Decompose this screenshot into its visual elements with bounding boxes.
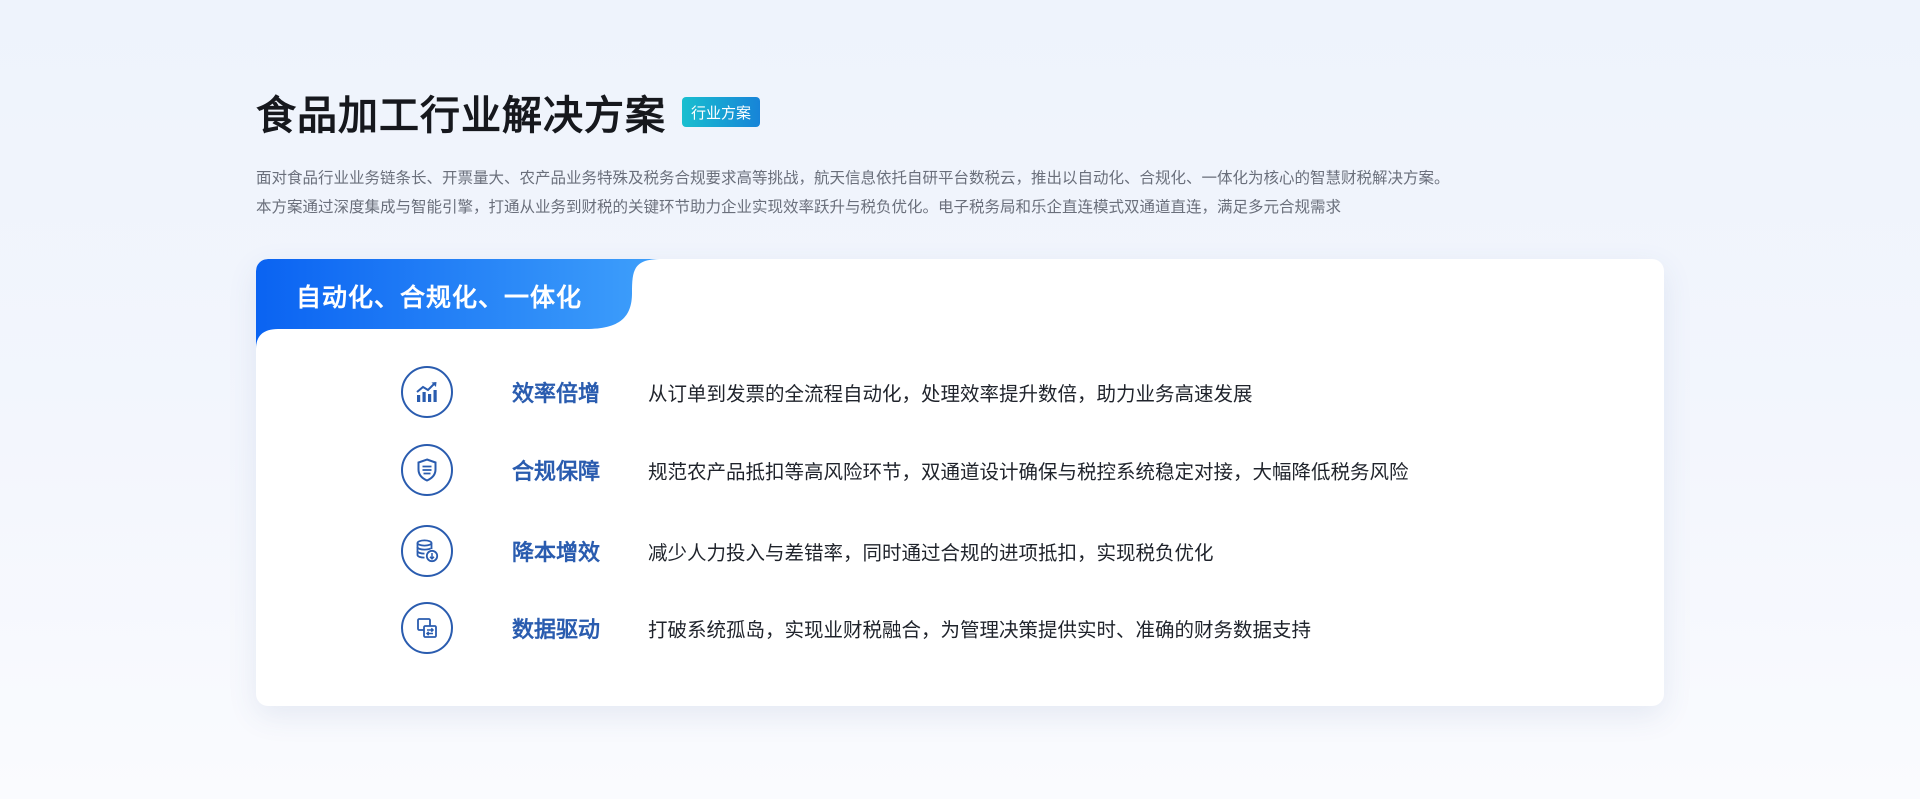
feature-description: 打破系统孤岛，实现业财税融合，为管理决策提供实时、准确的财务数据支持 bbox=[648, 618, 1312, 642]
feature-item-compliance: 合规保障 规范农产品抵扣等高风险环节，双通道设计确保与税控系统稳定对接，大幅降低… bbox=[401, 444, 1409, 496]
feature-icon-circle bbox=[401, 525, 453, 577]
solution-card: 自动化、合规化、一体化 效率倍增 从订单到发票的全流程自动化，处理效率提升数倍，… bbox=[256, 259, 1664, 706]
page-title: 食品加工行业解决方案 bbox=[256, 93, 666, 139]
category-badge: 行业方案 bbox=[682, 97, 761, 127]
shield-icon bbox=[417, 458, 437, 482]
data-transfer-icon bbox=[417, 618, 437, 638]
feature-item-data-driven: 数据驱动 打破系统孤岛，实现业财税融合，为管理决策提供实时、准确的财务数据支持 bbox=[401, 602, 1311, 654]
feature-title: 降本增效 bbox=[512, 541, 601, 566]
feature-title: 数据驱动 bbox=[512, 618, 601, 643]
feature-icon-circle bbox=[401, 366, 453, 418]
feature-item-efficiency: 效率倍增 从订单到发票的全流程自动化，处理效率提升数倍，助力业务高速发展 bbox=[401, 366, 1253, 418]
database-icon bbox=[416, 539, 439, 563]
feature-title: 效率倍增 bbox=[512, 382, 601, 407]
feature-description: 从订单到发票的全流程自动化，处理效率提升数倍，助力业务高速发展 bbox=[648, 382, 1253, 406]
feature-icon-circle bbox=[401, 602, 453, 654]
card-tab-label: 自动化、合规化、一体化 bbox=[296, 283, 583, 312]
chart-growth-icon bbox=[416, 382, 437, 402]
feature-title: 合规保障 bbox=[512, 460, 601, 485]
page-description: 面对食品行业业务链条长、开票量大、农产品业务特殊及税务合规要求高等挑战，航天信息… bbox=[256, 164, 1450, 222]
feature-item-cost-reduction: 降本增效 减少人力投入与差错率，同时通过合规的进项抵扣，实现税负优化 bbox=[401, 525, 1214, 577]
feature-icon-circle bbox=[401, 444, 453, 496]
feature-description: 规范农产品抵扣等高风险环节，双通道设计确保与税控系统稳定对接，大幅降低税务风险 bbox=[648, 460, 1409, 484]
description-line: 本方案通过深度集成与智能引擎，打通从业务到财税的关键环节助力企业实现效率跃升与税… bbox=[256, 198, 1342, 216]
feature-description: 减少人力投入与差错率，同时通过合规的进项抵扣，实现税负优化 bbox=[648, 541, 1214, 565]
title-row: 食品加工行业解决方案 行业方案 bbox=[256, 84, 1450, 140]
description-line: 面对食品行业业务链条长、开票量大、农产品业务特殊及税务合规要求高等挑战，航天信息… bbox=[256, 169, 1450, 187]
page-header: 食品加工行业解决方案 行业方案 面对食品行业业务链条长、开票量大、农产品业务特殊… bbox=[256, 84, 1450, 222]
